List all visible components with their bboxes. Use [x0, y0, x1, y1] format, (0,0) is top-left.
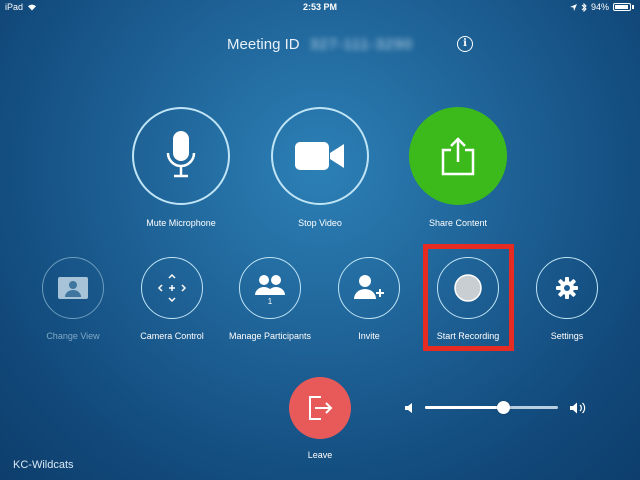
- settings-button[interactable]: [536, 257, 598, 319]
- microphone-icon: [166, 131, 196, 178]
- start-recording-highlight: [423, 244, 514, 351]
- info-icon[interactable]: i: [457, 36, 473, 52]
- status-bar: iPad 2:53 PM 94%: [0, 0, 640, 14]
- gear-icon: [556, 277, 578, 299]
- volume-control: [404, 398, 590, 418]
- meeting-id-value: 327-111-3290: [309, 36, 413, 53]
- volume-high-icon: [570, 402, 586, 414]
- volume-slider-track[interactable]: [425, 406, 558, 409]
- status-right: 94%: [569, 0, 634, 14]
- stop-video-button[interactable]: [271, 107, 369, 205]
- video-camera-icon: [295, 142, 344, 170]
- volume-slider-fill: [425, 406, 504, 409]
- mute-microphone-button[interactable]: [132, 107, 230, 205]
- participant-count: 1: [268, 297, 273, 305]
- bluetooth-icon: [581, 2, 587, 12]
- share-icon: [441, 137, 475, 176]
- mute-microphone-label: Mute Microphone: [146, 218, 216, 228]
- settings-label: Settings: [550, 331, 584, 341]
- stop-video-label: Stop Video: [298, 218, 342, 228]
- change-view-label: Change View: [46, 331, 100, 341]
- battery-percent: 94%: [590, 2, 609, 12]
- manage-participants-label: Manage Participants: [228, 331, 312, 341]
- volume-low-icon: [405, 403, 412, 413]
- invite-label: Invite: [358, 331, 380, 341]
- battery-icon: [613, 3, 631, 11]
- camera-control-label: Camera Control: [140, 331, 204, 341]
- add-person-icon: [354, 275, 384, 299]
- volume-slider-thumb[interactable]: [496, 401, 510, 414]
- manage-participants-button[interactable]: 1: [239, 257, 301, 319]
- leave-button[interactable]: [289, 377, 351, 439]
- battery-tip: [632, 5, 634, 9]
- meeting-id-row: Meeting ID 327-111-3290: [0, 34, 640, 56]
- camera-control-button[interactable]: [141, 257, 203, 319]
- gallery-view-icon: [58, 277, 88, 299]
- meeting-id-label: Meeting ID: [227, 36, 300, 53]
- status-time: 2:53 PM: [302, 2, 337, 12]
- camera-control-icon: [157, 273, 187, 303]
- participants-icon: 1: [255, 275, 285, 305]
- room-name: KC-Wildcats: [13, 459, 74, 471]
- change-view-button[interactable]: [42, 257, 104, 319]
- leave-icon: [309, 396, 333, 420]
- share-content-button[interactable]: [409, 107, 507, 205]
- leave-label: Leave: [307, 450, 333, 460]
- location-icon: [569, 3, 577, 11]
- invite-button[interactable]: [338, 257, 400, 319]
- share-content-label: Share Content: [428, 218, 488, 228]
